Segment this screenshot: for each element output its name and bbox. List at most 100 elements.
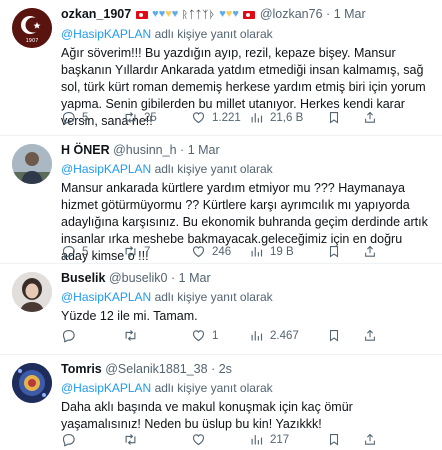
tweet-3[interactable]: Buselik @buselik0 · 1 Mar @HasipKAPLAN a… <box>0 264 442 355</box>
tweet-actions: 1 2.467 <box>61 328 432 343</box>
views-button[interactable]: 19 B <box>249 244 319 259</box>
retweet-icon <box>123 244 138 259</box>
reply-button[interactable] <box>61 328 123 343</box>
tweet-date[interactable]: 1 Mar <box>334 7 366 21</box>
share-button[interactable] <box>363 328 377 343</box>
views-icon <box>249 328 264 343</box>
like-button[interactable]: 246 <box>191 244 249 259</box>
reply-context: @HasipKAPLAN adlı kişiye yanıt olarak <box>61 26 432 42</box>
like-count: 1 <box>212 329 219 342</box>
tweet-text: Yüzde 12 ile mi. Tamam. <box>61 309 198 323</box>
tweet-header: Buselik @buselik0 · 1 Mar <box>61 270 432 287</box>
reply-icon <box>61 432 76 447</box>
reply-icon <box>61 110 76 125</box>
bookmark-button[interactable] <box>327 244 341 259</box>
tweet-date[interactable]: 2s <box>219 362 232 376</box>
mention-link[interactable]: @HasipKAPLAN <box>61 290 151 304</box>
mention-link[interactable]: @HasipKAPLAN <box>61 381 151 395</box>
tweet-actions: 5 25 1.221 21,6 B <box>61 110 432 125</box>
reply-icon <box>61 328 76 343</box>
views-icon <box>249 110 264 125</box>
retweet-button[interactable] <box>123 328 191 343</box>
bookmark-button[interactable] <box>327 432 341 447</box>
bookmark-icon <box>327 432 341 447</box>
like-button[interactable] <box>191 432 249 447</box>
author-name[interactable]: H ÖNER <box>61 143 110 157</box>
views-button[interactable]: 217 <box>249 432 319 447</box>
like-count: 246 <box>212 245 232 258</box>
bookmark-icon <box>327 110 341 125</box>
tweet-2[interactable]: H ÖNER @husinn_h · 1 Mar @HasipKAPLAN ad… <box>0 136 442 264</box>
view-count: 2.467 <box>270 329 299 342</box>
like-count: 1.221 <box>212 111 241 124</box>
view-count: 217 <box>270 433 290 446</box>
tweet-4[interactable]: Tomris @Selanik1881_38 · 2s @HasipKAPLAN… <box>0 355 442 450</box>
bookmark-button[interactable] <box>327 110 341 125</box>
retweet-button[interactable] <box>123 432 191 447</box>
flag-icon <box>243 10 256 19</box>
view-count: 21,6 B <box>270 111 304 124</box>
reply-icon <box>61 244 76 259</box>
views-icon <box>249 244 264 259</box>
share-icon <box>363 432 377 447</box>
retweet-button[interactable]: 25 <box>123 110 191 125</box>
reply-context: @HasipKAPLAN adlı kişiye yanıt olarak <box>61 289 432 305</box>
avatar[interactable]: 1907 <box>12 8 52 48</box>
share-icon <box>363 110 377 125</box>
tweet-actions: 5 7 246 19 B <box>61 244 432 259</box>
crescent-logo-icon: 1907 <box>12 8 52 48</box>
separator-dot: · <box>180 143 185 157</box>
author-name[interactable]: ozkan_1907 <box>61 7 131 21</box>
like-button[interactable]: 1.221 <box>191 110 249 125</box>
tweet-date[interactable]: 1 Mar <box>188 143 220 157</box>
reply-button[interactable]: 5 <box>61 110 123 125</box>
profile-photo-icon <box>12 144 52 184</box>
reply-context: @HasipKAPLAN adlı kişiye yanıt olarak <box>61 380 432 396</box>
blue-heart-icon: ♥ <box>232 8 239 21</box>
tweet-1[interactable]: 1907 ozkan_1907 ♥♥♥♥ ᚱᛏᛏᛉᚦ ♥♥♥ @lozkan76… <box>0 0 442 136</box>
mention-link[interactable]: @HasipKAPLAN <box>61 162 151 176</box>
reply-button[interactable]: 5 <box>61 244 123 259</box>
author-handle[interactable]: @husinn_h <box>113 143 176 157</box>
tweet-date[interactable]: 1 Mar <box>179 271 211 285</box>
share-button[interactable] <box>363 432 377 447</box>
avatar[interactable] <box>12 144 52 184</box>
tweet-text: Daha aklı başında ve makul konuşmak için… <box>61 400 353 431</box>
reply-suffix: adlı kişiye yanıt olarak <box>154 381 273 395</box>
retweet-count: 7 <box>144 245 151 258</box>
author-name[interactable]: Tomris <box>61 362 102 376</box>
author-handle[interactable]: @buselik0 <box>109 271 168 285</box>
retweet-count: 25 <box>144 111 157 124</box>
reply-suffix: adlı kişiye yanıt olarak <box>154 162 273 176</box>
bookmark-button[interactable] <box>327 328 341 343</box>
retweet-icon <box>123 432 138 447</box>
author-handle[interactable]: @lozkan76 <box>260 7 323 21</box>
share-button[interactable] <box>363 110 377 125</box>
heart-icon <box>191 432 206 447</box>
reply-context: @HasipKAPLAN adlı kişiye yanıt olarak <box>61 161 432 177</box>
author-name[interactable]: Buselik <box>61 271 105 285</box>
mention-link[interactable]: @HasipKAPLAN <box>61 27 151 41</box>
retweet-icon <box>123 328 138 343</box>
reply-count: 5 <box>82 245 89 258</box>
share-icon <box>363 328 377 343</box>
profile-photo-icon <box>12 363 52 403</box>
profile-photo-icon <box>12 272 52 312</box>
author-handle[interactable]: @Selanik1881_38 <box>105 362 207 376</box>
avatar[interactable] <box>12 272 52 312</box>
reply-button[interactable] <box>61 432 123 447</box>
share-button[interactable] <box>363 244 377 259</box>
reply-suffix: adlı kişiye yanıt olarak <box>154 27 273 41</box>
views-icon <box>249 432 264 447</box>
reply-suffix: adlı kişiye yanıt olarak <box>154 290 273 304</box>
heart-icon <box>191 328 206 343</box>
views-button[interactable]: 21,6 B <box>249 110 319 125</box>
avatar[interactable] <box>12 363 52 403</box>
views-button[interactable]: 2.467 <box>249 328 319 343</box>
separator-dot: · <box>326 7 331 21</box>
retweet-button[interactable]: 7 <box>123 244 191 259</box>
like-button[interactable]: 1 <box>191 328 249 343</box>
heart-icon <box>191 244 206 259</box>
tweet-header: H ÖNER @husinn_h · 1 Mar <box>61 142 432 159</box>
retweet-icon <box>123 110 138 125</box>
